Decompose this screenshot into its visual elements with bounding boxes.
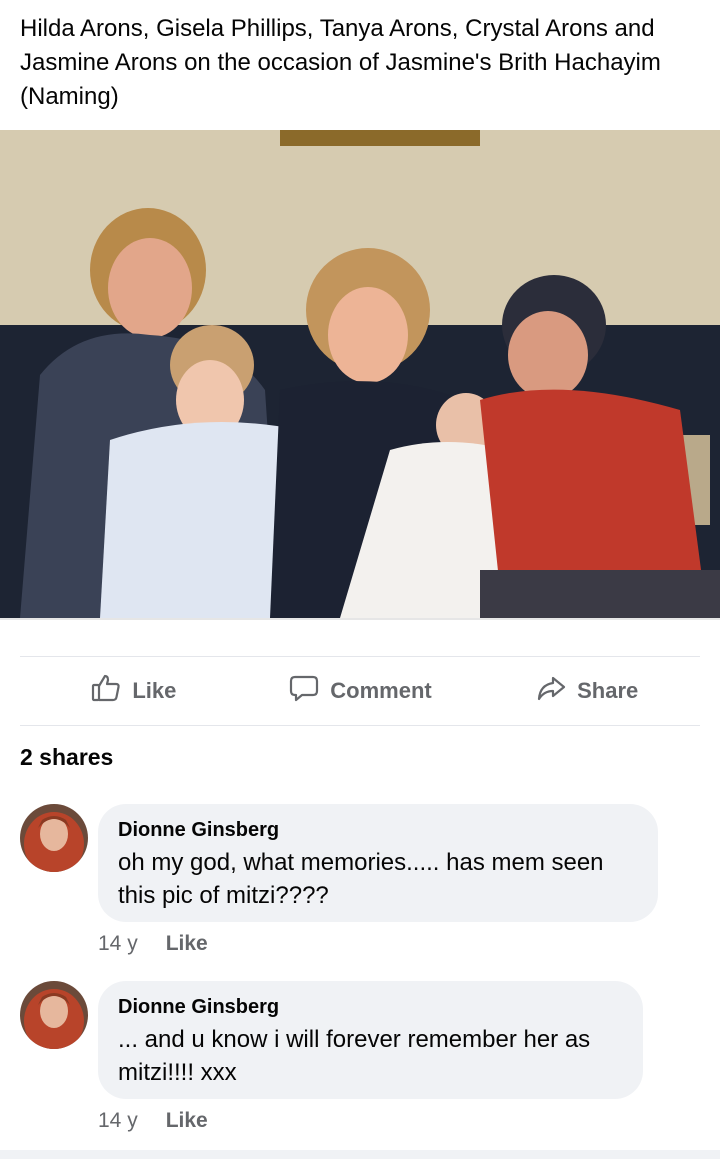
like-label: Like xyxy=(132,678,177,703)
comment-bubble: Dionne Ginsberg oh my god, what memories… xyxy=(98,804,658,922)
shares-count[interactable]: 2 shares xyxy=(20,744,113,771)
like-button[interactable]: Like xyxy=(20,672,247,710)
thumbs-up-icon xyxy=(90,672,122,710)
comment-bubble-icon xyxy=(288,672,320,710)
comment-like-button[interactable]: Like xyxy=(166,932,208,956)
share-label: Share xyxy=(577,678,639,703)
family-photo-illustration xyxy=(0,130,720,618)
post-caption: Hilda Arons, Gisela Phillips, Tanya Aron… xyxy=(20,15,661,110)
comment-meta: 14 y Like xyxy=(98,932,208,956)
comment-text: ... and u know i will forever remember h… xyxy=(118,1026,591,1086)
comment-age[interactable]: 14 y xyxy=(98,1109,138,1133)
bottom-divider xyxy=(0,1150,720,1159)
comment-text: oh my god, what memories..... has mem se… xyxy=(118,849,604,909)
post-action-bar: Like Comment Share xyxy=(20,656,700,726)
post-photo[interactable] xyxy=(0,130,720,620)
avatar[interactable] xyxy=(20,981,88,1049)
share-arrow-icon xyxy=(535,672,567,710)
comment-button[interactable]: Comment xyxy=(247,672,474,710)
comment-author[interactable]: Dionne Ginsberg xyxy=(118,993,621,1021)
share-button[interactable]: Share xyxy=(473,672,700,710)
comment-bubble: Dionne Ginsberg ... and u know i will fo… xyxy=(98,981,643,1099)
comment-age[interactable]: 14 y xyxy=(98,932,138,956)
comment-label: Comment xyxy=(330,678,432,703)
comment-meta: 14 y Like xyxy=(98,1109,208,1133)
comment-author[interactable]: Dionne Ginsberg xyxy=(118,816,636,844)
comment-like-button[interactable]: Like xyxy=(166,1109,208,1133)
avatar[interactable] xyxy=(20,804,88,872)
